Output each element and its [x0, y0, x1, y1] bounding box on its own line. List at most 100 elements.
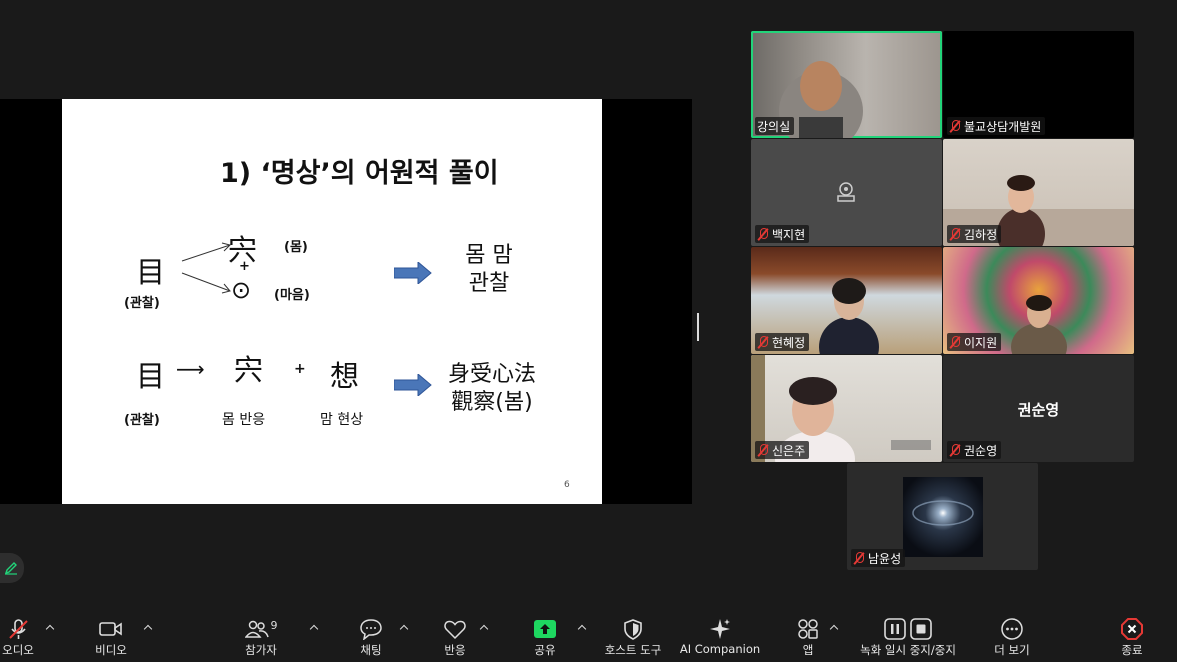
label-body-reaction: 몸 반응	[222, 412, 266, 428]
paren-mind: (마음)	[274, 288, 310, 303]
share-label: 공유	[534, 643, 556, 657]
participants-count: 9	[270, 618, 278, 632]
result-1: 몸 맘 관찰	[454, 242, 524, 298]
host-tools-label: 호스트 도구	[604, 643, 662, 657]
nametag: 강의실	[755, 117, 795, 135]
recording-label: 녹화 일시 중지/중지	[860, 643, 956, 657]
label-observe-2: (관찰)	[124, 413, 160, 428]
chat-label: 채팅	[360, 643, 382, 657]
stop-icon	[910, 618, 932, 640]
more-label: 더 보기	[994, 643, 1030, 657]
label-observe: (관찰)	[124, 296, 160, 311]
sparkle-icon	[710, 619, 730, 639]
ai-companion-button[interactable]: AI Companion	[678, 610, 762, 662]
avatar	[903, 477, 983, 557]
mic-muted-icon	[949, 227, 961, 241]
reactions-label: 반응	[444, 643, 466, 657]
mic-muted-icon	[9, 619, 28, 639]
chat-options-chevron-icon[interactable]	[400, 624, 408, 632]
participant-name: 현혜정	[772, 335, 806, 350]
end-meeting-button[interactable]: 종료	[1110, 610, 1154, 662]
char-mind: ⊙	[231, 276, 252, 304]
char-observe: 目	[136, 255, 166, 289]
video-button[interactable]: 비디오	[87, 610, 135, 662]
apps-button[interactable]: 앱	[788, 610, 828, 662]
apps-icon	[798, 619, 818, 639]
video-tile-남윤성[interactable]: 남윤성	[847, 463, 1038, 570]
nametag: 남윤성	[851, 549, 906, 567]
participant-name: 김하정	[964, 227, 998, 242]
audio-button[interactable]: 오디오	[0, 610, 42, 662]
block-arrow-1	[394, 262, 432, 284]
participants-button[interactable]: 9 참가자	[236, 610, 286, 662]
host-tools-button[interactable]: 호스트 도구	[596, 610, 670, 662]
camera-off-icon	[837, 182, 855, 202]
video-options-chevron-icon[interactable]	[144, 624, 152, 632]
participant-name: 이지원	[964, 335, 998, 350]
video-tile-현혜정[interactable]: 현혜정	[751, 247, 942, 354]
block-arrow-2	[394, 374, 432, 396]
char-thought: 想	[330, 359, 360, 393]
result-2-line2: 觀察(봄)	[451, 390, 533, 415]
participant-name: 불교상담개발원	[964, 119, 1042, 134]
audio-label: 오디오	[2, 643, 34, 657]
result-2: 身受心法 觀察(봄)	[442, 361, 542, 417]
video-camera-icon	[99, 622, 122, 636]
video-tile-신은주[interactable]: 신은주	[751, 355, 942, 462]
ai-companion-label: AI Companion	[679, 642, 761, 656]
share-button[interactable]: 공유	[524, 610, 566, 662]
end-label: 종료	[1121, 643, 1143, 657]
video-tile-권순영[interactable]: 권순영 권순영	[943, 355, 1134, 462]
video-tile-불교상담개발원[interactable]: 불교상담개발원	[943, 31, 1134, 138]
reactions-button[interactable]: 반응	[434, 610, 476, 662]
split-view-handle[interactable]	[697, 313, 699, 341]
video-label: 비디오	[95, 643, 127, 657]
plus-sign-2: +	[294, 361, 306, 377]
mic-muted-icon	[757, 227, 769, 241]
presentation-slide: 1) ‘명상’의 어원적 풀이 目 (관찰) 宍 (몸) + ⊙ (마음) 몸 …	[62, 99, 602, 504]
thin-arrow: ⟶	[176, 357, 205, 381]
end-close-icon	[1121, 618, 1143, 640]
video-tile-백지현[interactable]: 백지현	[751, 139, 942, 246]
char-body-2: 宍	[234, 353, 264, 387]
label-mind-phenomena: 맘 현상	[320, 412, 364, 428]
shield-icon	[624, 619, 642, 640]
more-dots-icon	[1001, 618, 1023, 640]
recording-controls-button[interactable]: 녹화 일시 중지/중지	[852, 610, 964, 662]
nametag: 김하정	[947, 225, 1002, 243]
share-options-chevron-icon[interactable]	[578, 624, 586, 632]
apps-label: 앱	[802, 643, 814, 657]
participant-name: 강의실	[757, 119, 791, 134]
participants-label: 참가자	[245, 643, 277, 657]
participant-name: 백지현	[772, 227, 806, 242]
video-tile-김하정[interactable]: 김하정	[943, 139, 1134, 246]
heart-icon	[444, 620, 466, 640]
apps-options-chevron-icon[interactable]	[830, 624, 838, 632]
participant-name: 남윤성	[868, 551, 902, 566]
nametag: 이지원	[947, 333, 1002, 351]
share-screen-icon	[534, 620, 556, 638]
participants-options-chevron-icon[interactable]	[310, 624, 318, 632]
result-2-line1: 身受心法	[447, 362, 536, 387]
nametag: 백지현	[755, 225, 810, 243]
nametag: 현혜정	[755, 333, 810, 351]
nametag: 불교상담개발원	[947, 117, 1046, 135]
chat-button[interactable]: 채팅	[350, 610, 392, 662]
mic-muted-icon	[949, 335, 961, 349]
shared-screen: 1) ‘명상’의 어원적 풀이 目 (관찰) 宍 (몸) + ⊙ (마음) 몸 …	[0, 99, 692, 504]
reactions-options-chevron-icon[interactable]	[480, 624, 488, 632]
video-tile-강의실[interactable]: 강의실	[751, 31, 942, 138]
slide-title: 1) ‘명상’의 어원적 풀이	[220, 158, 499, 189]
chat-bubble-icon	[360, 619, 382, 640]
participants-icon	[244, 620, 269, 638]
meeting-stage: 1) ‘명상’의 어원적 풀이 目 (관찰) 宍 (몸) + ⊙ (마음) 몸 …	[0, 0, 1177, 610]
mic-muted-icon	[949, 443, 961, 457]
video-tile-이지원[interactable]: 이지원	[943, 247, 1134, 354]
mic-muted-icon	[949, 119, 961, 133]
nametag: 신은주	[755, 441, 810, 459]
mic-muted-icon	[757, 335, 769, 349]
mic-muted-icon	[757, 443, 769, 457]
more-button[interactable]: 더 보기	[988, 610, 1036, 662]
audio-options-chevron-icon[interactable]	[46, 624, 54, 632]
slide-page-number: 6	[564, 480, 570, 490]
